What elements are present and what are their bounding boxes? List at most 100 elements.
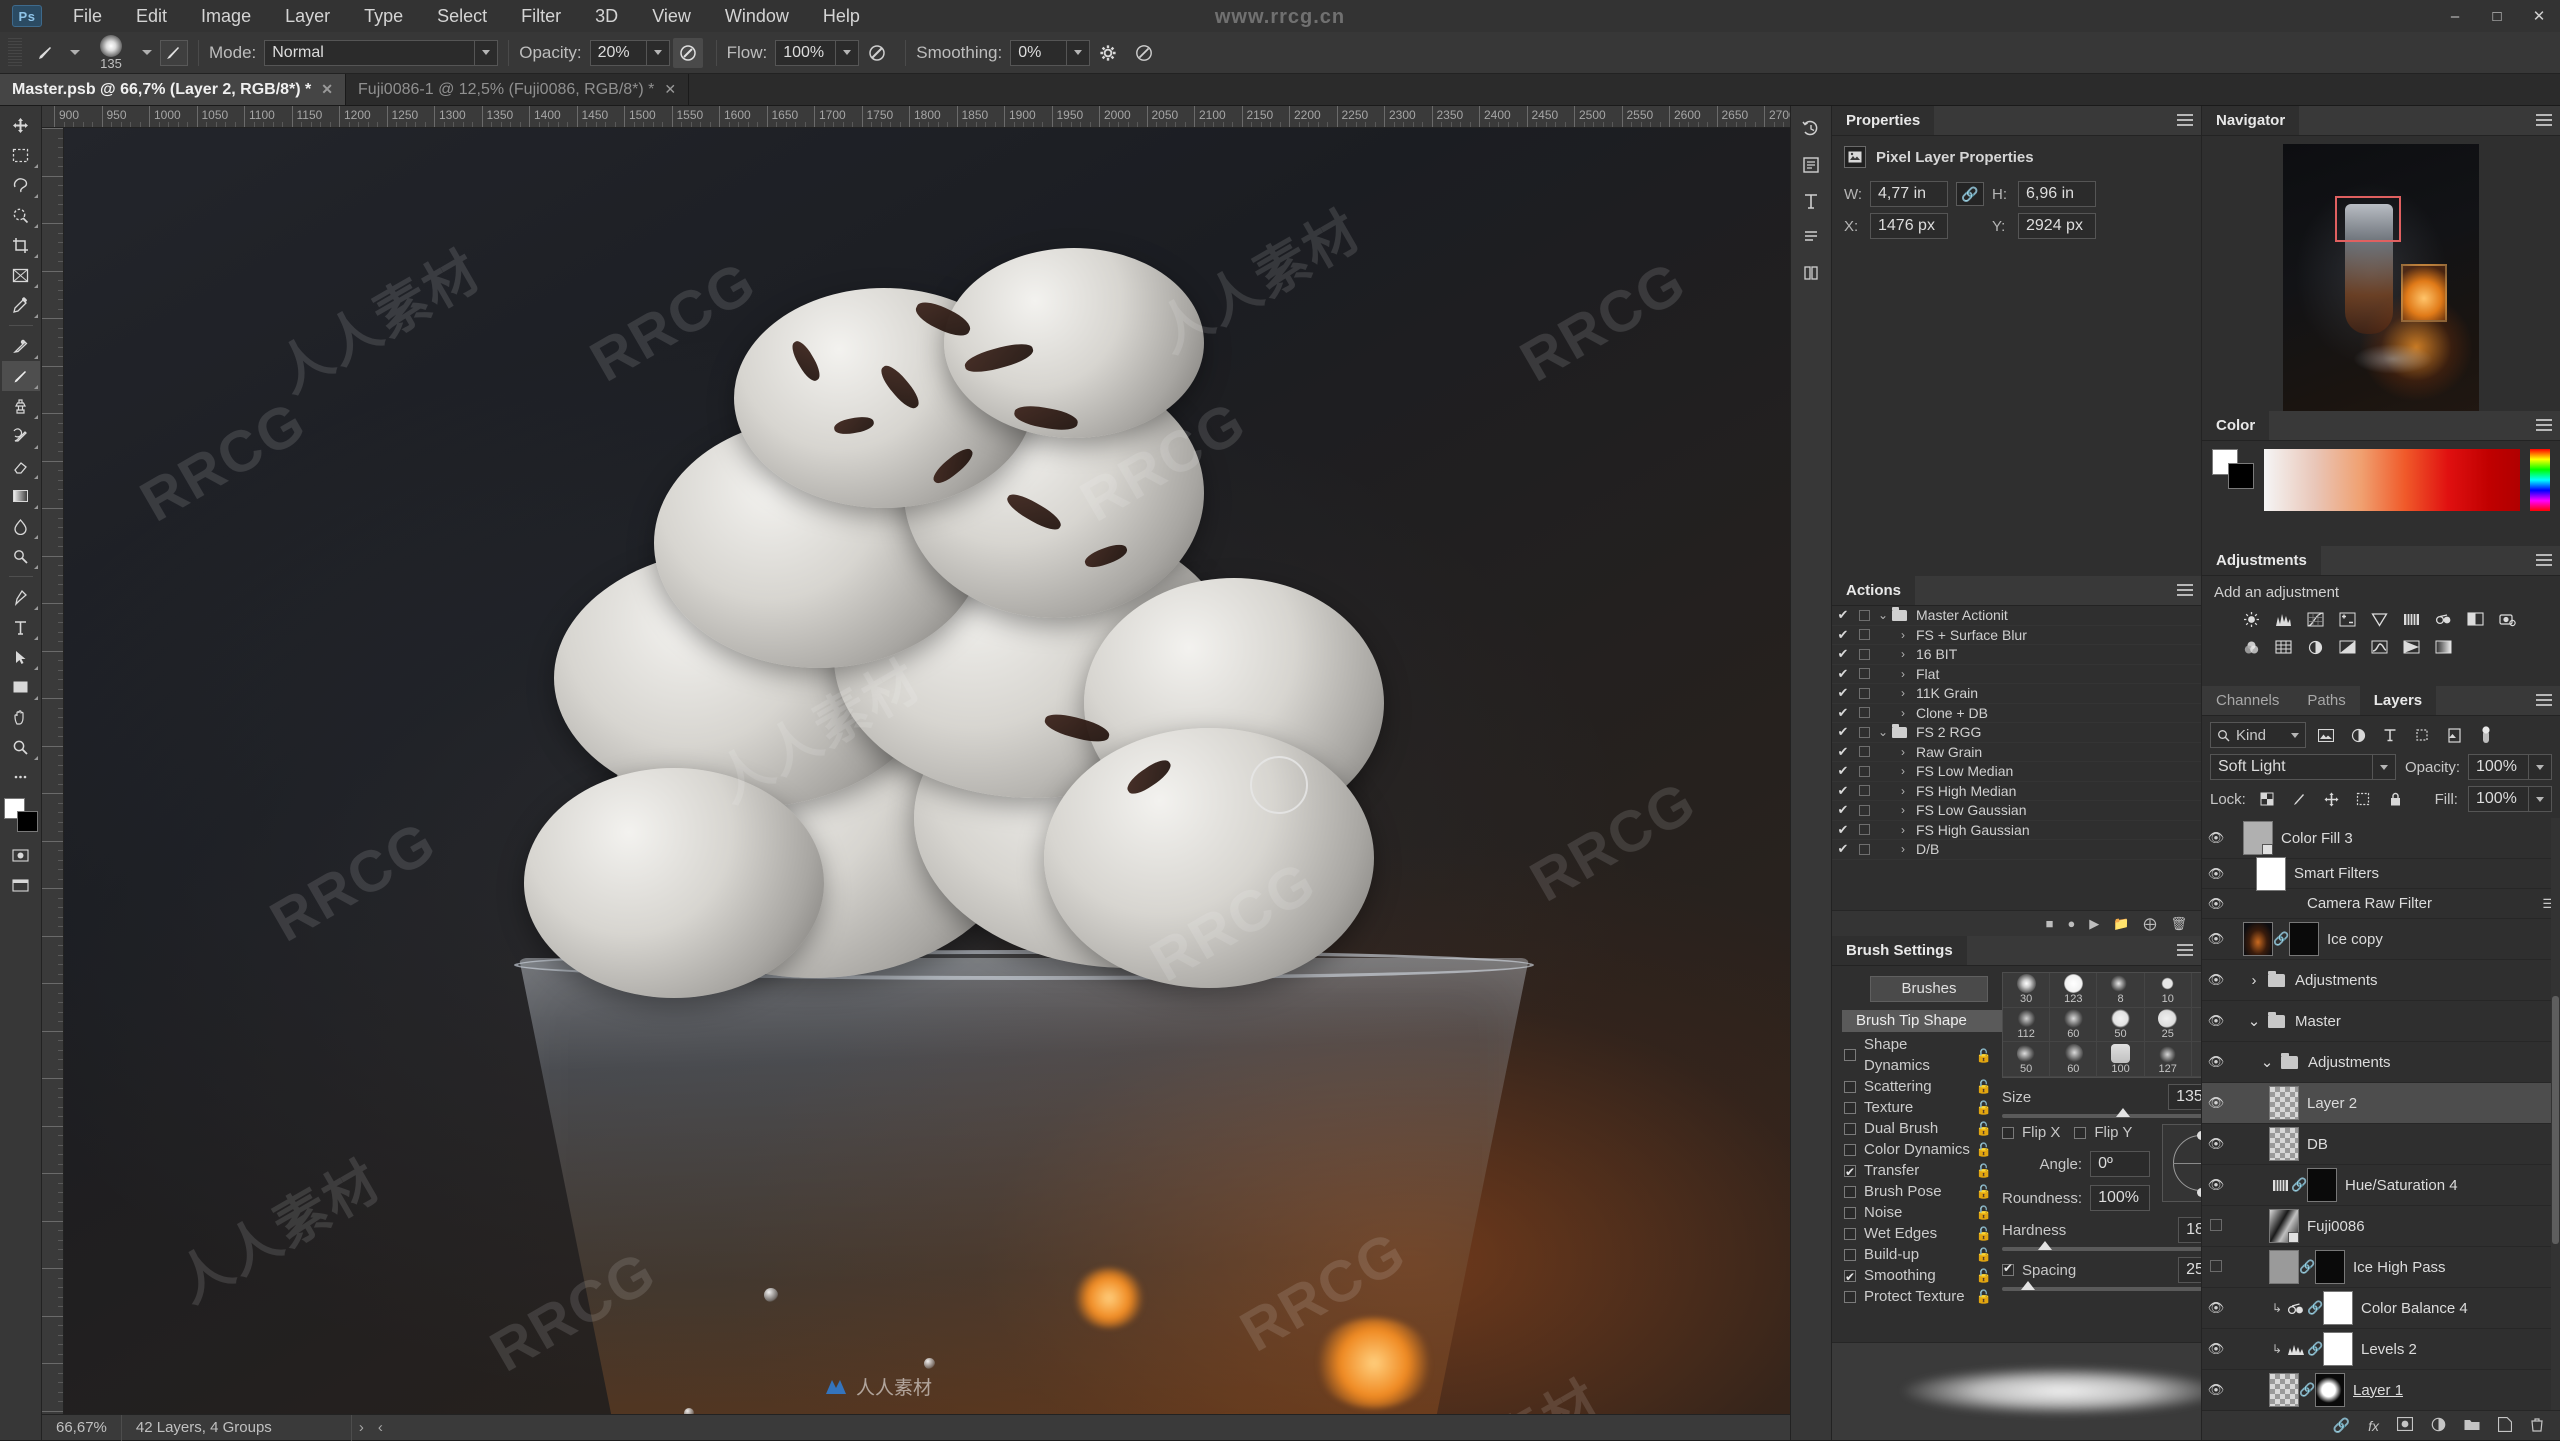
brush-option-checkbox[interactable] bbox=[1844, 1080, 1856, 1093]
tab-color[interactable]: Color bbox=[2202, 411, 2270, 440]
action-enabled-checkmark[interactable]: ✔ bbox=[1832, 841, 1854, 857]
record-icon[interactable]: ● bbox=[2067, 916, 2075, 931]
menu-file[interactable]: File bbox=[56, 0, 119, 32]
action-dialog-toggle[interactable] bbox=[1854, 843, 1874, 855]
menu-layer[interactable]: Layer bbox=[268, 0, 347, 32]
brush-option-checkbox[interactable] bbox=[1844, 1267, 1856, 1288]
brush-option-row[interactable]: Shape Dynamics 🔓 bbox=[1842, 1034, 2002, 1076]
layer-filter-kind-select[interactable]: Kind bbox=[2210, 722, 2306, 748]
brush-preset-picker[interactable]: 135 bbox=[88, 33, 134, 73]
action-enabled-checkmark[interactable]: ✔ bbox=[1832, 744, 1854, 760]
chevron-left-icon[interactable]: ‹ bbox=[371, 1419, 390, 1436]
tool-brush-tool[interactable] bbox=[1, 361, 40, 391]
tool-eyedropper-tool[interactable] bbox=[2, 290, 40, 320]
blend-mode-select[interactable]: Normal bbox=[264, 39, 499, 66]
panel-menu-icon[interactable] bbox=[2177, 114, 2193, 128]
brush-preset-cell[interactable]: 25 bbox=[2191, 973, 2201, 1008]
options-bar-grip[interactable] bbox=[8, 37, 22, 68]
brush-option-row[interactable]: Brush Pose 🔓 bbox=[1842, 1181, 2002, 1202]
opacity-chevron-down-icon[interactable] bbox=[645, 39, 670, 66]
layer-name[interactable]: Fuji0086 bbox=[2299, 1218, 2365, 1235]
layer-thumbnail[interactable] bbox=[2269, 1250, 2299, 1284]
chevron-right-icon[interactable]: › bbox=[1894, 706, 1912, 720]
status-zoom[interactable]: 66,67% bbox=[42, 1414, 122, 1441]
hardness-slider-thumb[interactable] bbox=[2037, 1241, 2052, 1250]
chevron-right-icon[interactable]: › bbox=[1894, 842, 1912, 856]
layer-row[interactable]: 👁 ↳ 🔗 Color Balance 4 bbox=[2202, 1288, 2560, 1329]
navigator-thumbnail[interactable] bbox=[2283, 144, 2479, 411]
threshold-icon[interactable] bbox=[2368, 637, 2390, 657]
action-dialog-toggle[interactable] bbox=[1854, 609, 1874, 621]
layer-name[interactable]: Hue/Saturation 4 bbox=[2337, 1177, 2458, 1194]
layer-mask-thumbnail[interactable] bbox=[2307, 1168, 2337, 1202]
color-swatch-pair[interactable] bbox=[2212, 449, 2254, 489]
tool-preset-chevron-down-icon[interactable] bbox=[70, 50, 80, 55]
action-enabled-checkmark[interactable]: ✔ bbox=[1832, 646, 1854, 662]
action-enabled-checkmark[interactable]: ✔ bbox=[1832, 666, 1854, 682]
vibrance-icon[interactable] bbox=[2368, 609, 2390, 629]
height-input[interactable]: 6,96 in bbox=[2018, 181, 2096, 207]
layer-row[interactable]: 🔗 Ice High Pass bbox=[2202, 1247, 2560, 1288]
action-row[interactable]: ✔ › 11K Grain bbox=[1832, 684, 2201, 704]
brush-option-checkbox[interactable] bbox=[1844, 1162, 1856, 1183]
eye-icon[interactable]: 👁 bbox=[2202, 1300, 2230, 1316]
panel-menu-icon[interactable] bbox=[2536, 114, 2552, 128]
tab-actions[interactable]: Actions bbox=[1832, 576, 1916, 605]
minimize-icon[interactable]: – bbox=[2434, 0, 2476, 32]
brush-option-row[interactable]: Scattering 🔓 bbox=[1842, 1076, 2002, 1097]
play-icon[interactable]: ▶ bbox=[2089, 916, 2099, 932]
layer-row[interactable]: 👁 ↳ 🔗 Levels 2 bbox=[2202, 1329, 2560, 1370]
layer-name[interactable]: Adjustments bbox=[2287, 972, 2378, 989]
menu-image[interactable]: Image bbox=[184, 0, 268, 32]
mask-link-icon[interactable]: 🔗 bbox=[2299, 1382, 2315, 1398]
chevron-right-icon[interactable]: › bbox=[1894, 784, 1912, 798]
lock-position-icon[interactable] bbox=[2320, 788, 2342, 810]
tab-fuji0086[interactable]: Fuji0086-1 @ 12,5% (Fuji0086, RGB/8*) * … bbox=[346, 74, 690, 105]
color-lookup-icon[interactable] bbox=[2272, 637, 2294, 657]
layer-row[interactable]: 👁 🔗 Hue/Saturation 4 bbox=[2202, 1165, 2560, 1206]
tab-paths[interactable]: Paths bbox=[2293, 686, 2359, 715]
tool-history-brush-tool[interactable] bbox=[2, 421, 40, 451]
eye-icon[interactable]: 👁 bbox=[2202, 931, 2230, 947]
layer-name[interactable]: Adjustments bbox=[2300, 1054, 2391, 1071]
chevron-down-icon[interactable] bbox=[2291, 732, 2299, 738]
chevron-down-icon[interactable]: ⌄ bbox=[1874, 608, 1892, 622]
delete-icon[interactable]: 🗑 bbox=[2170, 916, 2187, 932]
layer-row[interactable]: 👁 Color Fill 3 bbox=[2202, 818, 2560, 859]
brush-tip-shape-item[interactable]: Brush Tip Shape bbox=[1842, 1010, 2002, 1032]
tab-layers[interactable]: Layers bbox=[2359, 686, 2437, 715]
eye-icon-off[interactable] bbox=[2202, 1218, 2230, 1234]
spacing-slider[interactable] bbox=[2002, 1281, 2201, 1291]
action-enabled-checkmark[interactable]: ✔ bbox=[1832, 607, 1854, 623]
history-icon[interactable] bbox=[1794, 114, 1828, 144]
blend-mode-chevron-down-icon[interactable] bbox=[474, 39, 499, 66]
layer-row[interactable]: Fuji0086 bbox=[2202, 1206, 2560, 1247]
brush-preset-cell[interactable]: 30 bbox=[2191, 1008, 2201, 1043]
color-balance-icon[interactable] bbox=[2285, 1301, 2307, 1316]
vertical-ruler[interactable] bbox=[42, 128, 64, 1414]
roundness-input[interactable]: 100% bbox=[2090, 1185, 2151, 1211]
curves-icon[interactable] bbox=[2304, 609, 2326, 629]
panel-menu-icon[interactable] bbox=[2536, 554, 2552, 568]
gradient-map-icon[interactable] bbox=[2432, 637, 2454, 657]
menu-help[interactable]: Help bbox=[806, 0, 877, 32]
mask-link-icon[interactable]: 🔗 bbox=[2307, 1300, 2323, 1316]
brush-preset-cell[interactable]: 100 bbox=[2097, 1042, 2145, 1077]
angle-roundness-control[interactable] bbox=[2162, 1124, 2201, 1202]
group-twirl-icon[interactable]: ⌄ bbox=[2256, 1053, 2278, 1071]
mask-link-icon[interactable]: 🔗 bbox=[2299, 1259, 2315, 1275]
layer-mask-thumbnail[interactable] bbox=[2323, 1332, 2353, 1366]
brush-preset-cell[interactable]: 10 bbox=[2144, 973, 2192, 1008]
layer-opacity-input[interactable]: 100% bbox=[2468, 754, 2552, 780]
channel-mixer-icon[interactable] bbox=[2240, 637, 2262, 657]
eye-icon-off[interactable] bbox=[2202, 1259, 2230, 1275]
menu-filter[interactable]: Filter bbox=[504, 0, 578, 32]
background-swatch[interactable] bbox=[2228, 463, 2254, 489]
layer-thumbnail[interactable] bbox=[2269, 1086, 2299, 1120]
eye-icon[interactable]: 👁 bbox=[2202, 972, 2230, 988]
tool-rectangular-marquee-tool[interactable] bbox=[2, 140, 40, 170]
lock-icon[interactable]: 🔓 bbox=[1976, 1223, 1992, 1244]
new-group-icon[interactable] bbox=[2464, 1418, 2480, 1434]
black-white-icon[interactable] bbox=[2464, 609, 2486, 629]
lock-image-icon[interactable] bbox=[2288, 788, 2310, 810]
